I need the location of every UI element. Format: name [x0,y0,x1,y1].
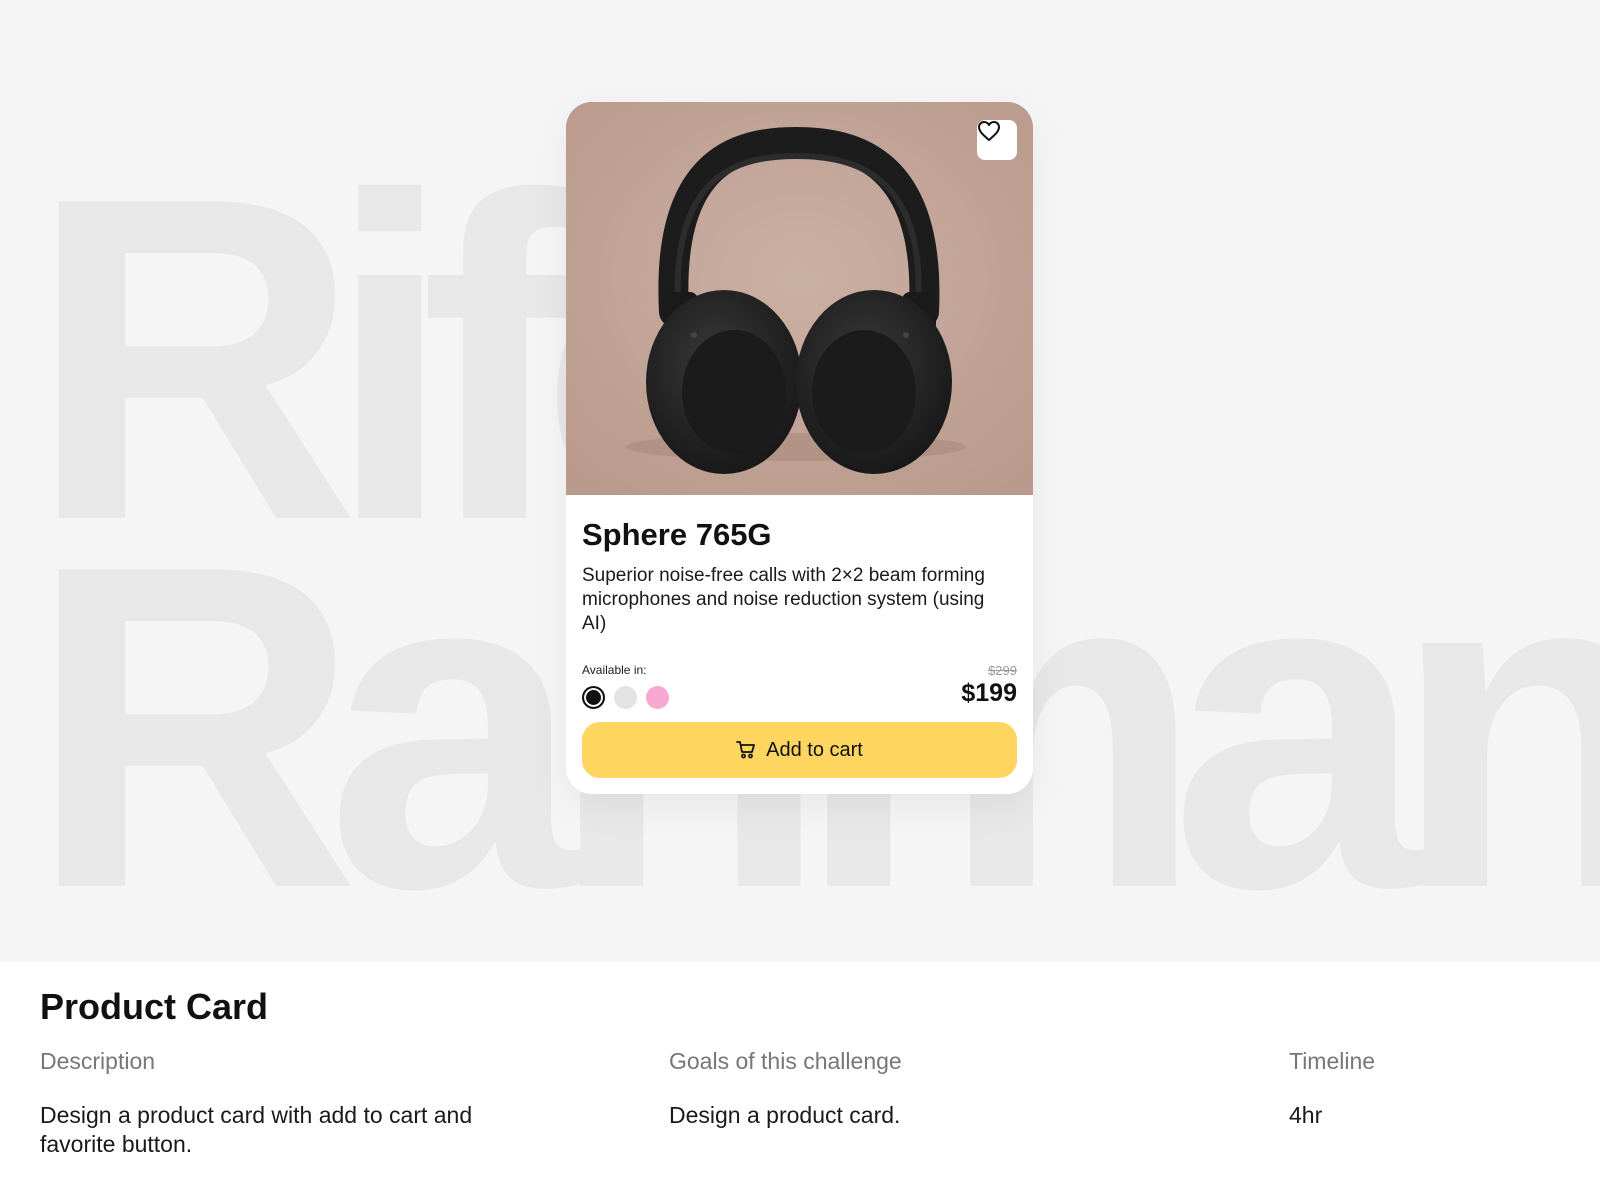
description-heading: Description [40,1048,156,1074]
product-card: Sphere 765G Superior noise-free calls wi… [566,102,1033,794]
add-to-cart-button[interactable]: Add to cart [582,722,1017,778]
color-swatch-grey[interactable] [614,686,637,709]
section-title: Product Card [40,986,269,1027]
heart-icon [978,121,1000,141]
sale-price: $199 [961,679,1017,707]
product-description: Superior noise-free calls with 2×2 beam … [582,565,985,634]
goals-heading: Goals of this challenge [669,1048,902,1074]
description-column: Description Design a product card with a… [40,1048,510,1159]
product-image [566,102,1033,495]
headphones-illustration [566,102,1033,495]
color-swatch-black[interactable] [582,686,605,709]
timeline-column: Timeline 4hr [1289,1048,1569,1130]
goals-column: Goals of this challenge Design a product… [669,1048,1139,1130]
challenge-info: Product Card Description Design a produc… [0,962,1600,1200]
color-swatches [582,686,669,709]
favorite-button[interactable] [977,120,1017,160]
product-title: Sphere 765G [582,517,772,552]
available-label: Available in: [582,663,647,677]
original-price: $299 [988,663,1017,678]
timeline-heading: Timeline [1289,1048,1376,1074]
description-text: Design a product card with add to cart a… [40,1102,473,1157]
cart-icon [736,741,756,759]
color-swatch-pink[interactable] [646,686,669,709]
hero-section: Rifo Rahman [0,0,1600,962]
timeline-text: 4hr [1289,1102,1323,1128]
goals-text: Design a product card. [669,1102,901,1128]
add-to-cart-label: Add to cart [766,738,863,761]
